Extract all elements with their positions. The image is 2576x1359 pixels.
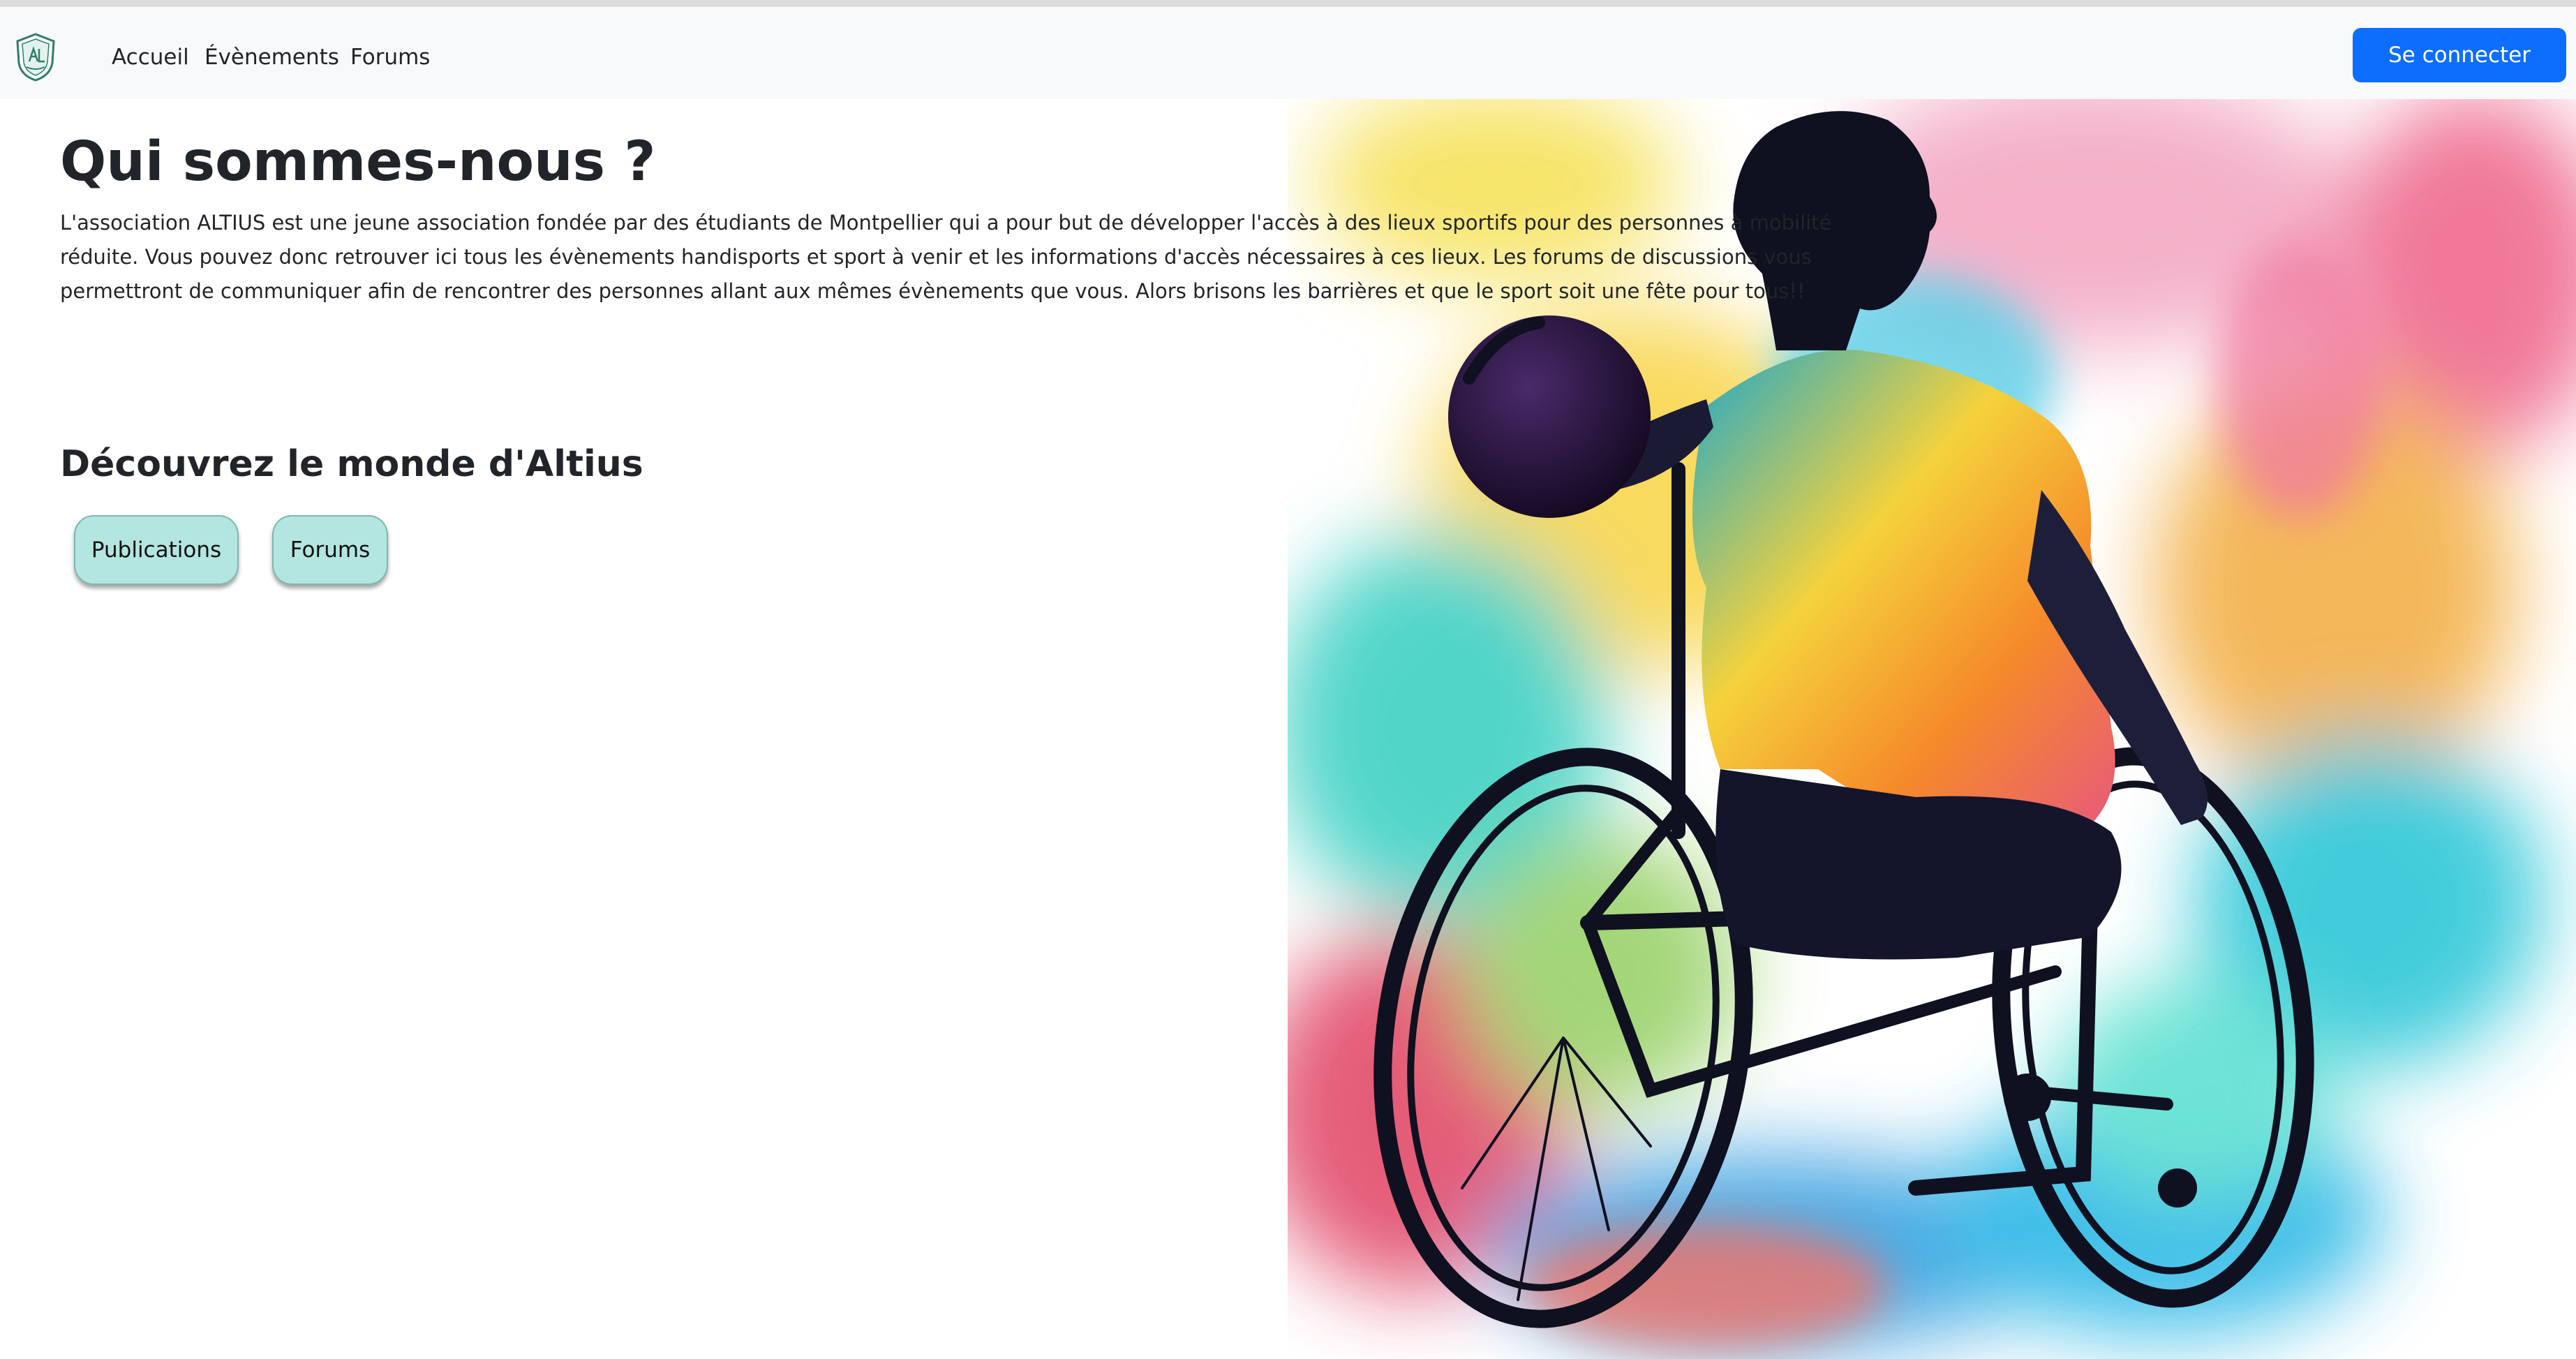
nav-link-evenements[interactable]: Évènements: [204, 43, 339, 71]
forums-button[interactable]: Forums: [272, 515, 388, 585]
nav-link-accueil[interactable]: Accueil: [112, 43, 189, 71]
navbar: Accueil Évènements Forums Se connecter: [0, 7, 2576, 99]
top-border: [0, 0, 2576, 7]
altius-logo-icon[interactable]: [14, 32, 57, 82]
page-title: Qui sommes-nous ?: [60, 131, 656, 193]
intro-paragraph: L'association ALTIUS est une jeune assoc…: [60, 211, 1832, 303]
login-button[interactable]: Se connecter: [2353, 28, 2566, 82]
publications-button[interactable]: Publications: [74, 515, 239, 585]
nav-link-forums[interactable]: Forums: [350, 43, 430, 71]
discover-heading: Découvrez le monde d'Altius: [60, 443, 643, 485]
